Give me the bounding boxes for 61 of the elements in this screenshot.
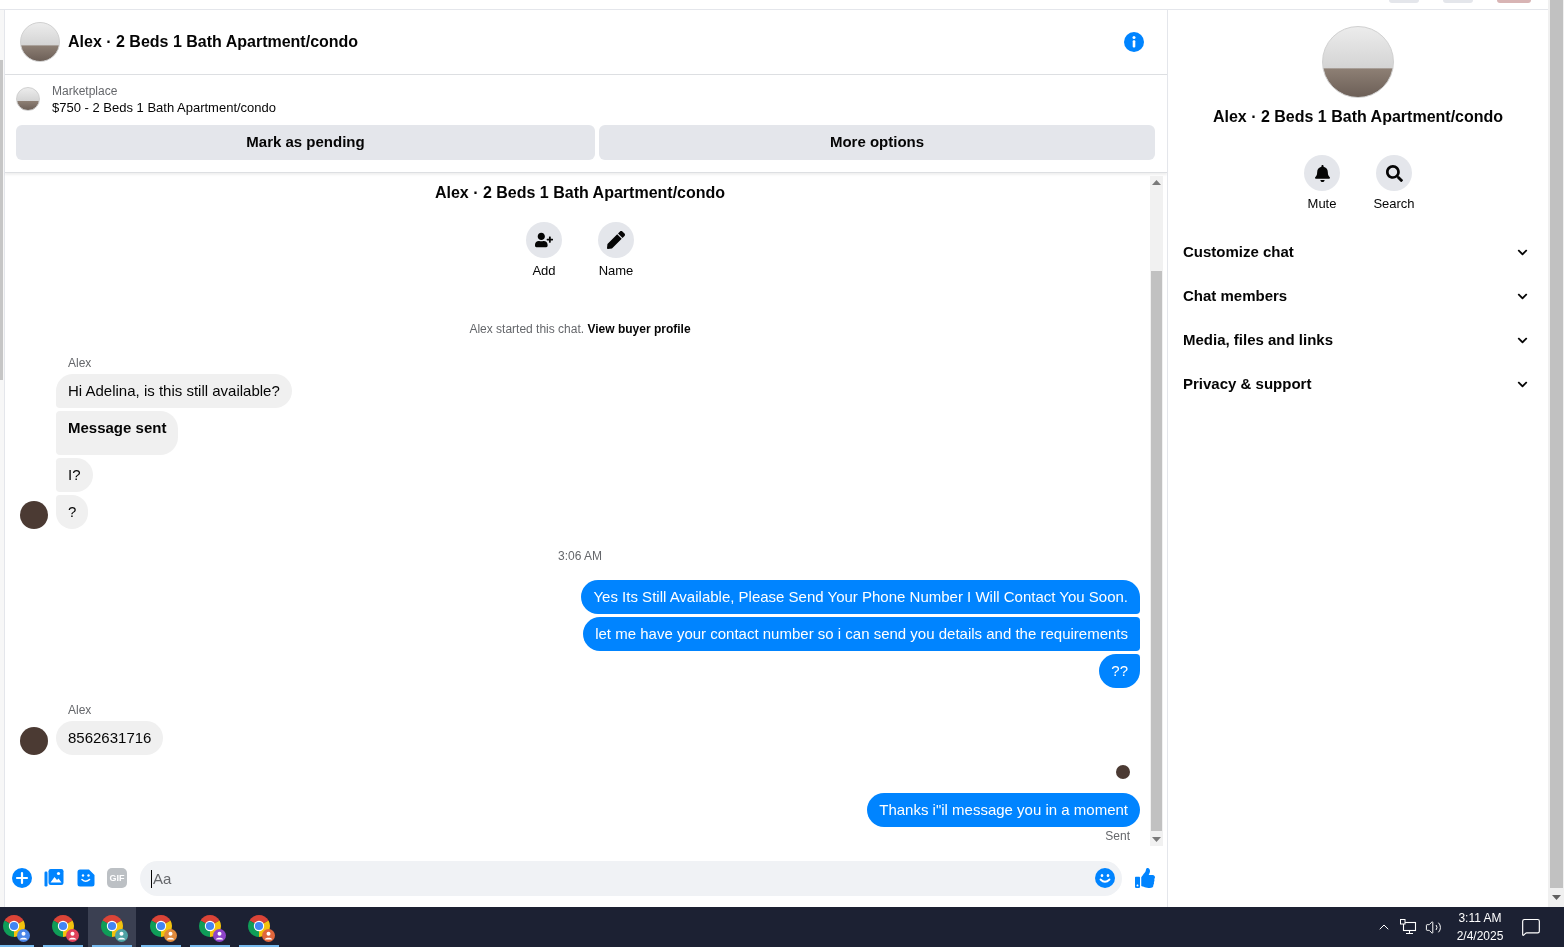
conversation-title: Alex · 2 Beds 1 Bath Apartment/condo (434, 183, 726, 203)
intro-action-button[interactable] (598, 222, 634, 258)
conversation-title: Alex · 2 Beds 1 Bath Apartment/condo (1212, 107, 1504, 127)
conversation-title: Alex · 2 Beds 1 Bath Apartment/condo (68, 32, 359, 52)
pencil-icon (607, 231, 625, 249)
user-avatar (1116, 765, 1130, 779)
section-row[interactable]: Privacy & support (1168, 362, 1548, 406)
message-timestamp: 3:06 AM (558, 549, 602, 563)
listing-action-button[interactable]: More options (599, 125, 1155, 160)
taskbar-app-button[interactable] (88, 907, 136, 947)
sender-name: Alex (68, 356, 92, 370)
message-bubble: Message sent (56, 411, 179, 455)
image-icon[interactable] (44, 868, 64, 888)
scrollbar-thumb[interactable] (0, 60, 3, 380)
message-bubble: I? (56, 458, 93, 492)
message-input[interactable]: Aa (140, 860, 1122, 896)
message-bubble: ?? (1099, 654, 1140, 688)
volume-icon[interactable] (1425, 918, 1442, 936)
scroll-down-icon[interactable] (1551, 895, 1561, 900)
listing-source: Marketplace (52, 83, 119, 99)
add-person-icon (535, 231, 553, 249)
notification-icon[interactable] (1521, 917, 1541, 937)
scrollbar-thumb[interactable] (1151, 271, 1162, 831)
message-bubble: ? (56, 495, 89, 529)
message-bubble: Yes Its Still Available, Please Send Your Phone Number I Will Contact You Soon. (581, 580, 1140, 614)
user-avatar (20, 501, 48, 529)
info-icon[interactable] (1124, 32, 1144, 52)
conversation-photo (20, 22, 60, 62)
emoji-icon[interactable] (1095, 867, 1115, 888)
action-label: Add (532, 263, 556, 279)
section-row[interactable]: Chat members (1168, 274, 1548, 318)
listing-summary: $750 - 2 Beds 1 Bath Apartment/condo (52, 99, 277, 117)
search-icon (1385, 164, 1403, 182)
section-row[interactable]: Media, files and links (1168, 318, 1548, 362)
section-row[interactable]: Customize chat (1168, 230, 1548, 274)
message-bubble: 8562631716 (56, 721, 164, 755)
chat-start-notice: Alex started this chat. View buyer profile (469, 321, 691, 337)
scroll-down-icon[interactable] (1152, 837, 1161, 842)
intro-action-button[interactable] (526, 222, 562, 258)
action-label: Name (598, 263, 634, 279)
network-icon[interactable] (1400, 919, 1417, 935)
action-label: Mute (1307, 196, 1337, 212)
action-label: Search (1373, 196, 1415, 212)
message-bubble: let me have your contact number so i can send you details and the requirements (583, 617, 1140, 651)
sticker-icon[interactable] (76, 868, 96, 888)
message-bubble: Hi Adelina, is this still available? (56, 374, 292, 408)
text-cursor (151, 869, 152, 888)
scroll-up-icon[interactable] (1152, 180, 1161, 185)
sender-name: Alex (68, 703, 92, 717)
user-avatar (20, 727, 48, 755)
view-buyer-profile-link[interactable]: View buyer profile (587, 322, 691, 336)
bell-icon (1313, 164, 1331, 182)
message-bubble: Thanks i"il message you in a moment (867, 793, 1140, 827)
delivery-status: Sent (1105, 829, 1130, 843)
listing-photo (16, 87, 40, 111)
chat-action-button[interactable] (1376, 155, 1412, 191)
listing-action-button[interactable]: Mark as pending (16, 125, 595, 160)
plus-icon[interactable] (12, 868, 32, 888)
chat-action-button[interactable] (1304, 155, 1340, 191)
thumbs-up-icon[interactable] (1135, 868, 1155, 888)
clock[interactable]: 3:11 AM 2/4/2025 (1455, 909, 1505, 945)
